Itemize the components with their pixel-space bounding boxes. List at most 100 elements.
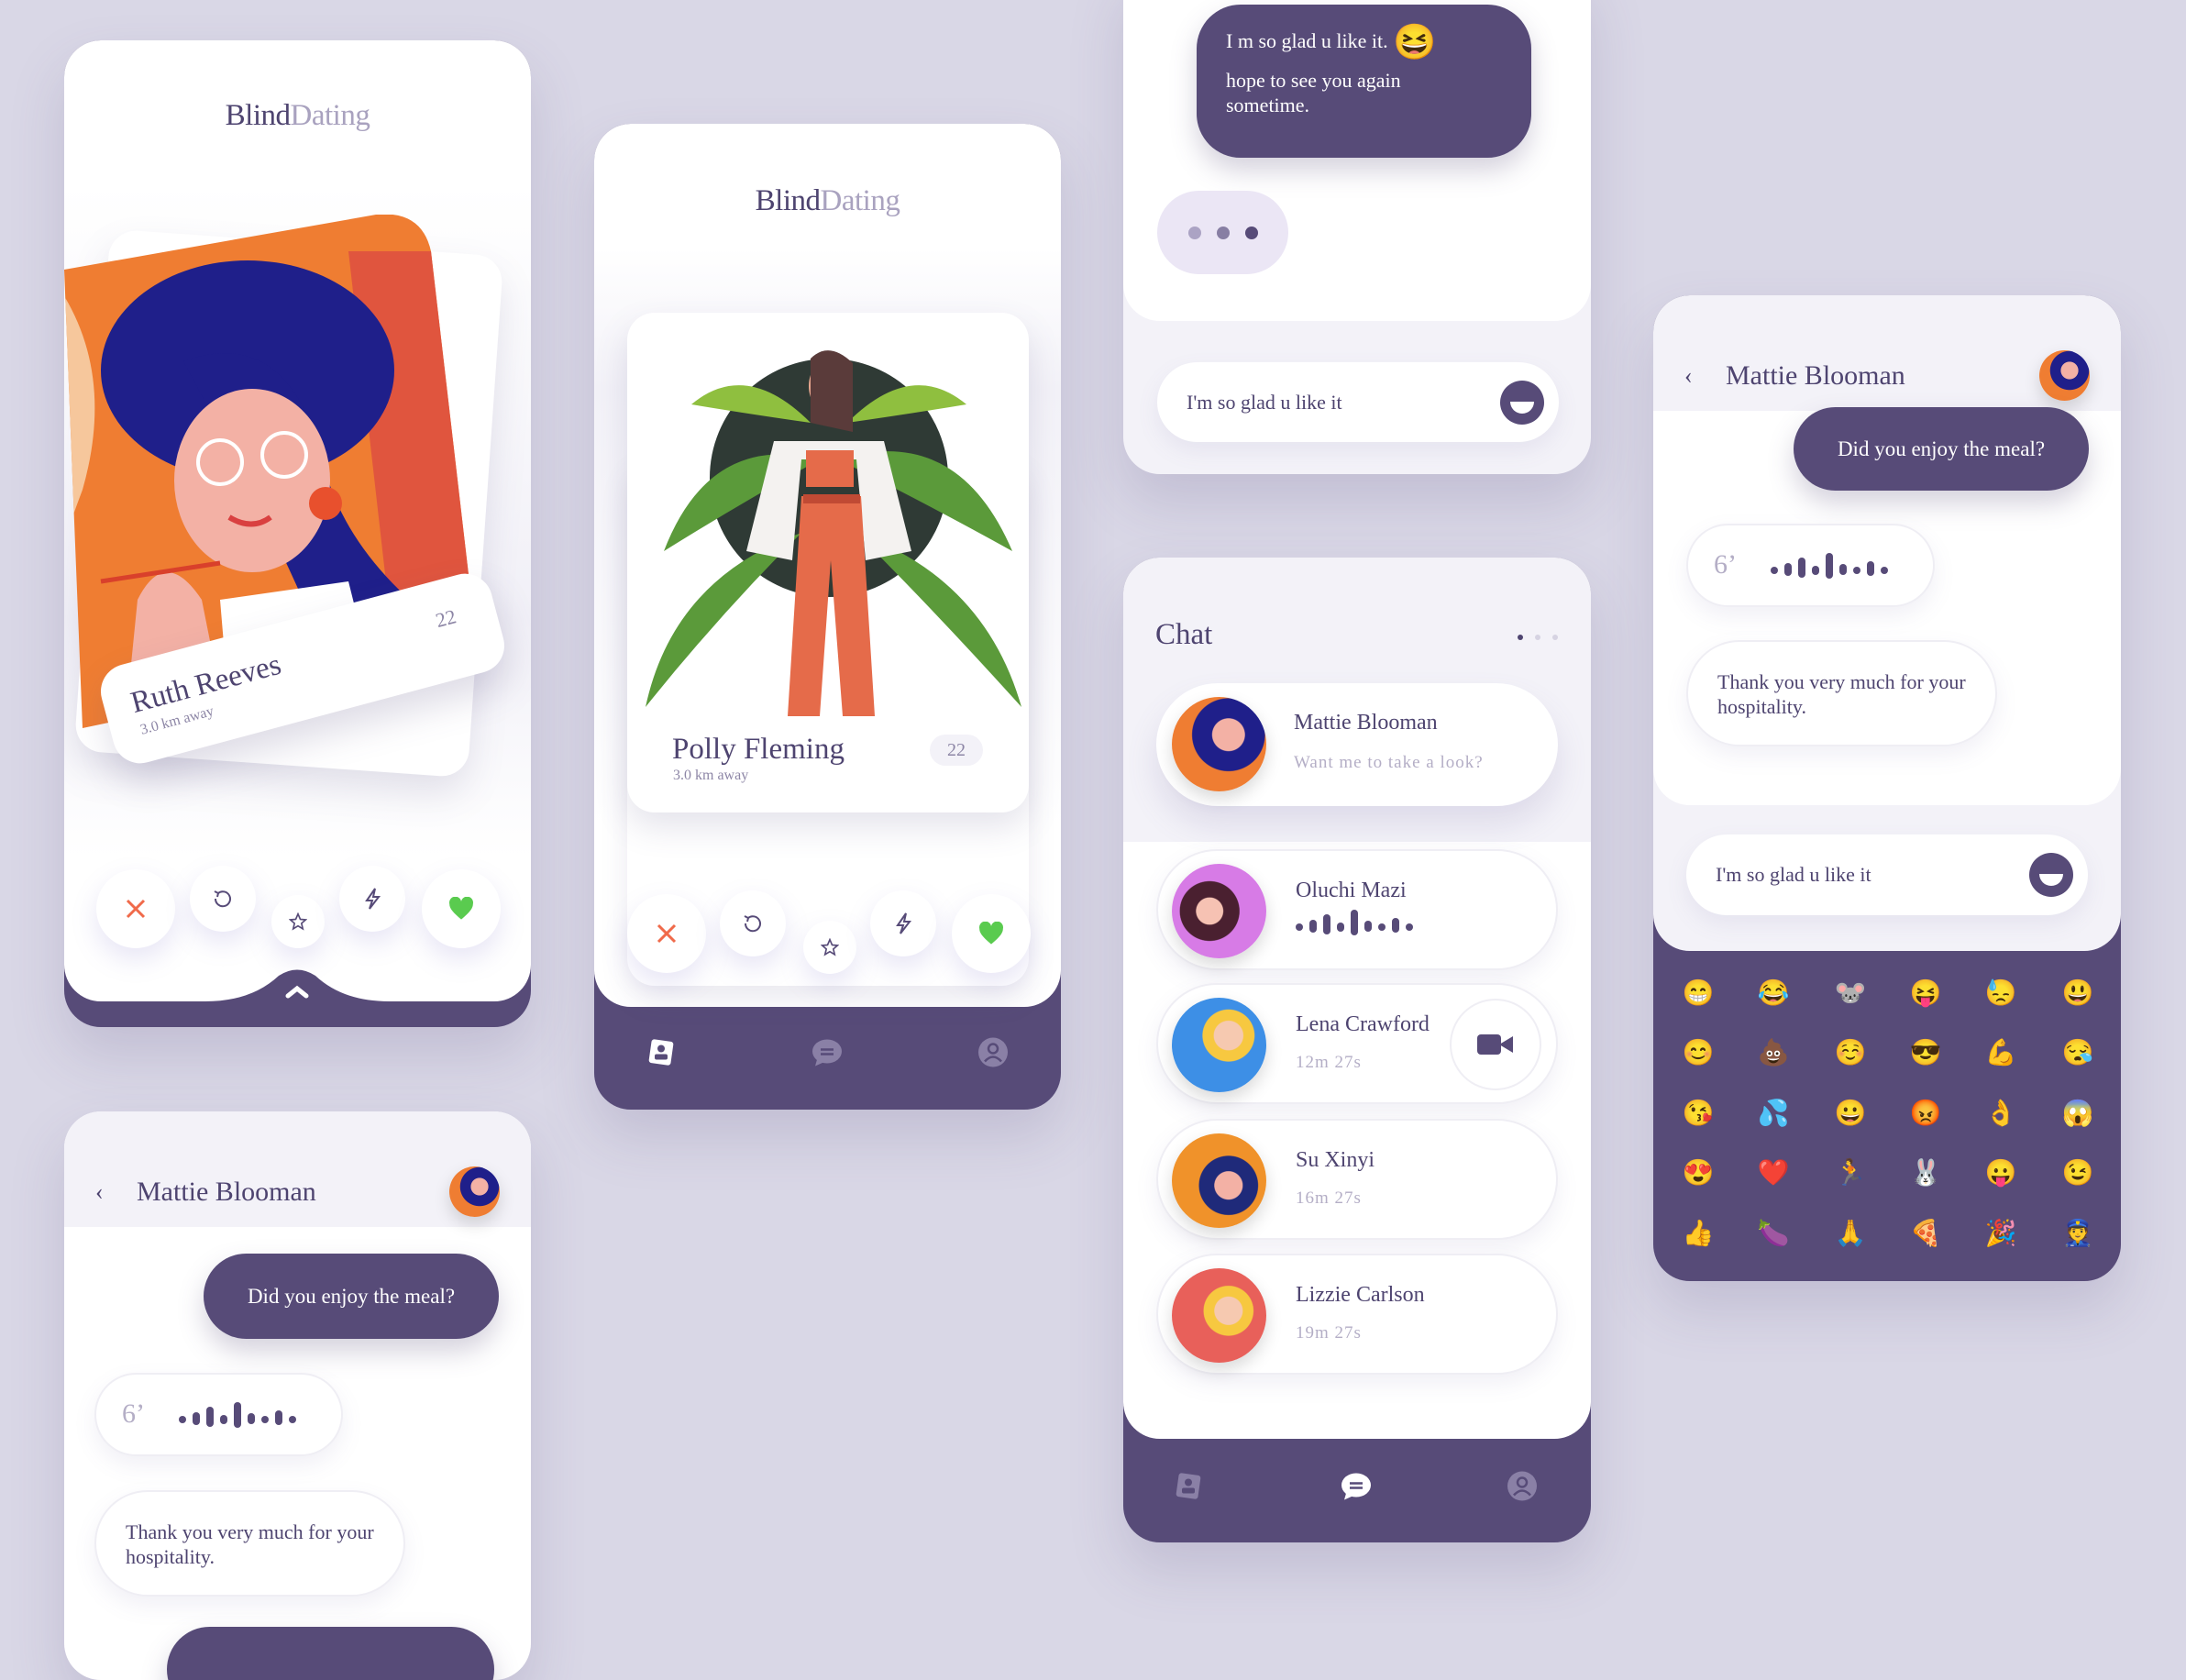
- waveform-bar: [193, 1411, 200, 1425]
- contact-name: Mattie Blooman: [137, 1177, 316, 1207]
- app-logo: BlindDating: [594, 184, 1061, 218]
- heart-icon: [449, 897, 473, 920]
- waveform-bar: [1351, 910, 1358, 935]
- emoji-key[interactable]: 🐭: [1835, 981, 1867, 1007]
- chat-item[interactable]: Lizzie Carlson 19m 27s: [1156, 1254, 1558, 1375]
- chat-item[interactable]: Mattie Blooman Want me to take a look?: [1156, 683, 1558, 806]
- emoji-key[interactable]: 😡: [1910, 1101, 1942, 1127]
- emoji-button[interactable]: [1500, 380, 1544, 425]
- emoji-key[interactable]: 😎: [1910, 1041, 1942, 1067]
- nav-chat[interactable]: [1341, 1472, 1372, 1506]
- message-input[interactable]: I'm so glad u like it: [1157, 362, 1559, 442]
- expand-tab[interactable]: [205, 967, 389, 1012]
- video-camera-icon: [1477, 1034, 1513, 1055]
- back-button[interactable]: ‹: [95, 1178, 104, 1206]
- emoji-key[interactable]: 😉: [2062, 1161, 2094, 1187]
- chat-title: Chat: [1155, 618, 1213, 651]
- undo-button[interactable]: [720, 890, 786, 956]
- chat-name: Su Xinyi: [1296, 1148, 1375, 1172]
- swipe-screen-body: BlindDating Ruth Reeves 3.0 km away 22: [64, 40, 531, 1001]
- emoji-key[interactable]: 😘: [1683, 1101, 1715, 1127]
- undo-icon: [744, 915, 761, 933]
- avatar: [1172, 697, 1266, 791]
- emoji-key[interactable]: 💦: [1758, 1101, 1790, 1127]
- call-duration: 12m 27s: [1296, 1053, 1362, 1072]
- contact-avatar[interactable]: [449, 1166, 500, 1217]
- user-icon: [978, 1037, 1008, 1067]
- chat-item[interactable]: Oluchi Mazi: [1156, 849, 1558, 970]
- video-call-button[interactable]: [1450, 999, 1541, 1090]
- emoji-key[interactable]: 🙏: [1835, 1221, 1867, 1247]
- superlike-button[interactable]: [271, 895, 325, 948]
- emoji-key[interactable]: 😊: [1683, 1041, 1715, 1067]
- boost-button[interactable]: [870, 890, 936, 956]
- call-duration: 19m 27s: [1296, 1323, 1362, 1343]
- emoji-key[interactable]: 🎉: [1985, 1221, 2017, 1247]
- emoji-key[interactable]: 😁: [1683, 981, 1715, 1007]
- message-text: Thank you very much for your hospitality…: [126, 1520, 374, 1568]
- emoji-key[interactable]: 👌: [1985, 1101, 2017, 1127]
- avatar: [1172, 1133, 1266, 1228]
- emoji-key[interactable]: 😀: [1835, 1101, 1867, 1127]
- emoji-key[interactable]: ❤️: [1758, 1161, 1790, 1187]
- chat-name: Oluchi Mazi: [1296, 879, 1407, 902]
- undo-button[interactable]: [190, 866, 256, 932]
- message-received: Thank you very much for your hospitality…: [94, 1490, 405, 1597]
- message-sent-partial: [167, 1627, 494, 1680]
- like-button[interactable]: [422, 869, 501, 948]
- emoji-key[interactable]: 😛: [1985, 1161, 2017, 1187]
- dislike-button[interactable]: [627, 894, 706, 973]
- nav-discover[interactable]: [1174, 1472, 1203, 1506]
- profile-age: 22: [930, 735, 983, 766]
- profile-card-icon: [1176, 1473, 1201, 1499]
- bolt-icon: [365, 888, 381, 910]
- emoji-key[interactable]: 🍕: [1910, 1221, 1942, 1247]
- emoji-key[interactable]: 🍆: [1758, 1221, 1790, 1247]
- logo-dating: Dating: [820, 184, 900, 217]
- messages-area: I m so glad u like it. 😆 hope to see you…: [1123, 0, 1591, 321]
- dislike-button[interactable]: [96, 869, 175, 948]
- call-duration: 16m 27s: [1296, 1188, 1362, 1208]
- emoji-key[interactable]: 🐰: [1910, 1161, 1942, 1187]
- nav-chat[interactable]: [811, 1038, 843, 1072]
- conversation-screen-bottom: ‹ Mattie Blooman Did you enjoy the meal?…: [64, 1111, 531, 1680]
- emoji-key[interactable]: ☺️: [1835, 1041, 1867, 1067]
- bolt-icon: [896, 912, 912, 934]
- logo-dating: Dating: [290, 99, 370, 132]
- emoji-key[interactable]: 😃: [2062, 981, 2094, 1007]
- avatar: [1172, 1268, 1266, 1363]
- emoji-key[interactable]: 😝: [1910, 981, 1942, 1007]
- page-dots[interactable]: [1518, 635, 1558, 640]
- chat-item[interactable]: Su Xinyi 16m 27s: [1156, 1119, 1558, 1240]
- emoji-key[interactable]: 😓: [1985, 981, 2017, 1007]
- emoji-key[interactable]: 👮: [2062, 1221, 2094, 1247]
- emoji-key[interactable]: 😱: [2062, 1101, 2094, 1127]
- profile-card-stack[interactable]: Ruth Reeves 3.0 km away 22: [64, 215, 511, 783]
- emoji-key[interactable]: 😪: [2062, 1041, 2094, 1067]
- emoji-key[interactable]: 👍: [1683, 1221, 1715, 1247]
- message-line-1: I m so glad u like it. 😆: [1226, 25, 1502, 60]
- profile-card[interactable]: Polly Fleming 3.0 km away 22: [627, 313, 1029, 812]
- emoji-key[interactable]: 💪: [1985, 1041, 2017, 1067]
- voice-message-waveform: [179, 1402, 296, 1428]
- nav-discover[interactable]: [646, 1038, 676, 1072]
- avatar: [1172, 998, 1266, 1092]
- emoji-key[interactable]: 😂: [1758, 981, 1790, 1007]
- logo-blind: Blind: [755, 184, 821, 217]
- heart-icon: [979, 922, 1003, 945]
- nav-profile[interactable]: [1507, 1471, 1537, 1506]
- typing-indicator: [1157, 191, 1288, 274]
- emoji-key[interactable]: 🏃: [1835, 1161, 1867, 1187]
- like-button[interactable]: [952, 894, 1031, 973]
- nav-profile[interactable]: [978, 1037, 1008, 1072]
- chat-item[interactable]: Lena Crawford 12m 27s: [1156, 983, 1558, 1104]
- superlike-button[interactable]: [803, 921, 856, 974]
- emoji-key[interactable]: 💩: [1758, 1041, 1790, 1067]
- message-sent: I m so glad u like it. 😆 hope to see you…: [1197, 5, 1531, 158]
- boost-button[interactable]: [339, 866, 405, 932]
- emoji-key[interactable]: 😍: [1683, 1161, 1715, 1187]
- waveform-bar: [179, 1416, 186, 1423]
- waveform-bar: [1337, 922, 1344, 932]
- voice-message[interactable]: 6’: [94, 1373, 343, 1456]
- waveform-bar: [1309, 919, 1317, 933]
